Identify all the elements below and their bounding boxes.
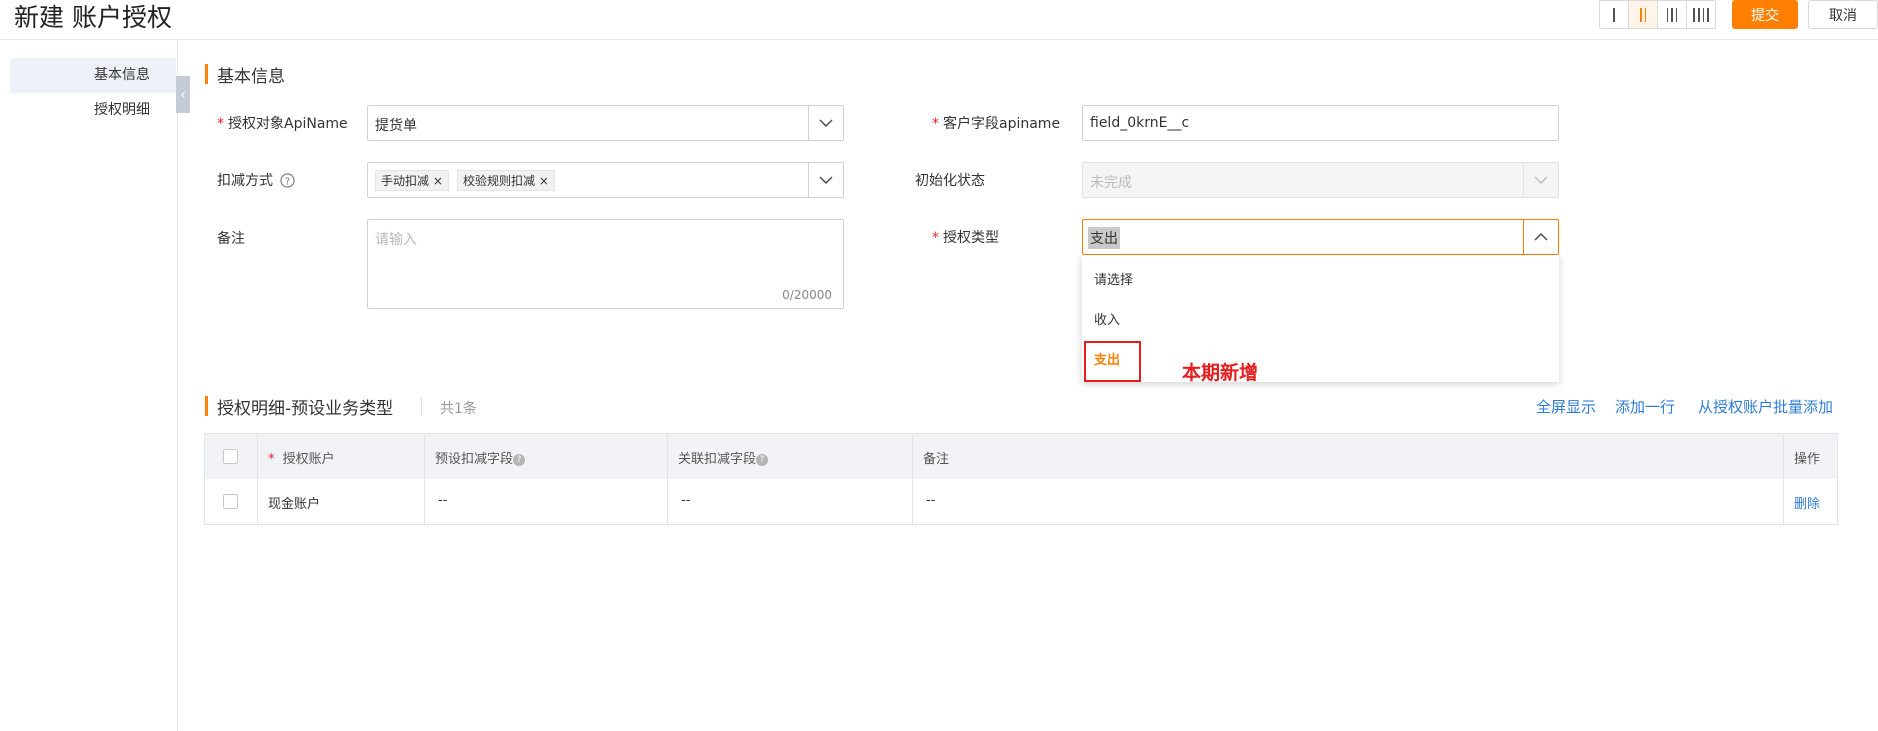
customer-field-label: * 客户字段apiname — [932, 116, 1061, 132]
select-all-checkbox[interactable] — [223, 449, 238, 464]
layout-3-column-button[interactable] — [1658, 1, 1687, 28]
deduct-tag-manual: 手动扣减 × — [375, 170, 449, 191]
remark-label: 备注 — [217, 231, 245, 247]
section-accent-bar — [205, 64, 208, 84]
detail-table: * 授权账户 预设扣减字段? 关联扣减字段? 备注 操作 现金账户 -- -- … — [204, 433, 1838, 525]
remark-placeholder: 请输入 — [375, 232, 417, 248]
highlight-box — [1084, 341, 1141, 382]
detail-section-title: 授权明细-预设业务类型 — [217, 399, 394, 419]
section-accent-bar — [205, 396, 208, 416]
row-remark: -- — [926, 493, 936, 508]
auth-object-label: * 授权对象ApiName — [217, 116, 348, 132]
remark-char-counter: 0/20000 — [782, 288, 832, 302]
layout-4-column-button[interactable] — [1687, 1, 1715, 28]
new-feature-annotation: 本期新增 — [1182, 362, 1259, 384]
remark-textarea[interactable]: 请输入 0/20000 — [367, 219, 844, 309]
column-header-account: * 授权账户 — [268, 452, 335, 467]
required-mark: * — [268, 452, 275, 467]
cancel-button[interactable]: 取消 — [1808, 0, 1878, 29]
required-mark: * — [217, 116, 224, 132]
dropdown-option-income[interactable]: 收入 — [1094, 309, 1120, 328]
question-circle-icon[interactable]: ? — [280, 173, 296, 188]
four-column-icon — [1693, 7, 1709, 22]
init-status-select: 未完成 — [1082, 162, 1559, 198]
page-title: 新建 账户授权 — [14, 3, 172, 32]
auth-object-value: 提货单 — [375, 118, 417, 134]
add-row-link[interactable]: 添加一行 — [1615, 396, 1675, 417]
auth-object-select[interactable]: 提货单 — [367, 105, 844, 141]
sidebar — [0, 40, 178, 731]
submit-button[interactable]: 提交 — [1732, 0, 1798, 29]
required-mark: * — [932, 116, 939, 132]
two-column-icon — [1639, 7, 1647, 22]
sidebar-item-auth-detail[interactable]: 授权明细 — [10, 93, 176, 128]
chevron-left-icon: ‹ — [180, 86, 186, 103]
one-column-icon — [1613, 7, 1615, 22]
column-header-preset: 预设扣减字段? — [435, 448, 526, 467]
sidebar-collapse-handle[interactable]: ‹ — [176, 76, 190, 113]
sidebar-item-basic-info[interactable]: 基本信息 — [10, 58, 176, 93]
customer-field-value: field_0krnE__c — [1090, 115, 1190, 131]
help-icon[interactable]: ? — [756, 453, 769, 466]
auth-type-value: 支出 — [1088, 227, 1120, 249]
layout-switcher — [1599, 0, 1716, 29]
chevron-down-icon[interactable] — [808, 106, 843, 140]
dropdown-option-placeholder[interactable]: 请选择 — [1094, 269, 1133, 288]
row-related-field: -- — [681, 493, 691, 508]
svg-text:?: ? — [285, 176, 290, 187]
row-preset-field: -- — [438, 493, 448, 508]
column-header-remark: 备注 — [923, 452, 950, 467]
basic-info-section-title: 基本信息 — [217, 67, 285, 87]
layout-2-column-button[interactable] — [1629, 1, 1658, 28]
deduct-method-multiselect[interactable]: 手动扣减 × 校验规则扣减 × — [367, 162, 844, 198]
init-status-label: 初始化状态 — [915, 173, 985, 189]
chevron-down-icon[interactable] — [808, 163, 843, 197]
customer-field-input[interactable]: field_0krnE__c — [1082, 105, 1559, 141]
init-status-value: 未完成 — [1090, 175, 1132, 191]
column-header-actions: 操作 — [1794, 452, 1821, 467]
row-delete-link[interactable]: 删除 — [1794, 493, 1820, 512]
deduct-tag-rule: 校验规则扣减 × — [457, 170, 555, 191]
close-icon[interactable]: × — [433, 174, 443, 188]
help-icon[interactable]: ? — [513, 453, 526, 466]
deduct-method-label: 扣减方式 ? — [217, 170, 296, 190]
three-column-icon — [1666, 7, 1678, 22]
fullscreen-link[interactable]: 全屏显示 — [1536, 396, 1596, 417]
layout-1-column-button[interactable] — [1600, 1, 1629, 28]
column-header-related: 关联扣减字段? — [678, 448, 769, 467]
row-account: 现金账户 — [268, 497, 321, 512]
close-icon[interactable]: × — [539, 174, 549, 188]
required-mark: * — [932, 230, 939, 246]
table-row: 现金账户 -- -- -- 删除 — [205, 479, 1837, 524]
chevron-down-icon — [1523, 163, 1558, 197]
auth-type-label: * 授权类型 — [932, 230, 999, 246]
row-checkbox[interactable] — [223, 494, 238, 509]
title-divider — [421, 398, 422, 416]
detail-count: 共1条 — [440, 401, 477, 417]
auth-type-select[interactable]: 支出 — [1082, 219, 1559, 255]
header-divider — [0, 39, 1878, 40]
batch-add-link[interactable]: 从授权账户批量添加 — [1698, 396, 1833, 417]
auth-type-dropdown: 请选择 收入 支出 — [1082, 255, 1559, 382]
chevron-up-icon[interactable] — [1523, 220, 1558, 254]
